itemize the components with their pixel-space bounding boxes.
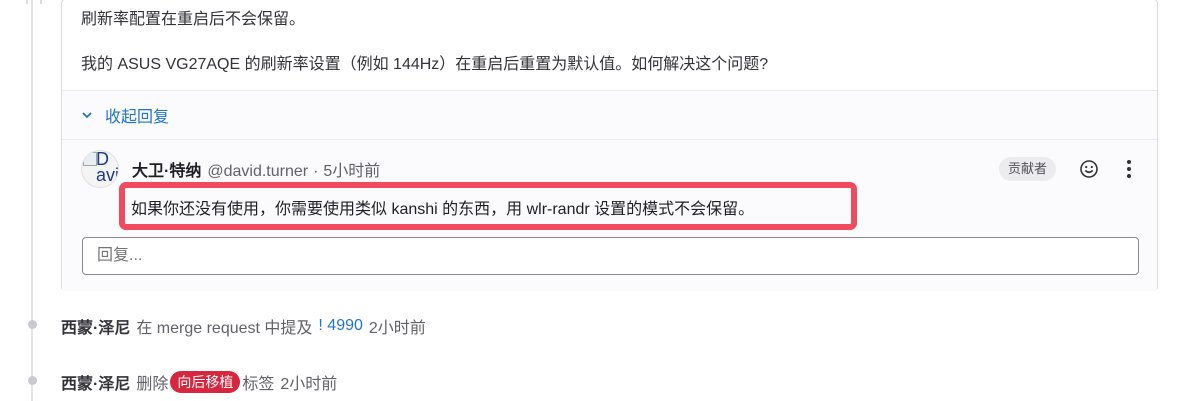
role-badge: 贡献者	[999, 157, 1057, 181]
author-handle[interactable]: @david.turner	[207, 163, 308, 181]
actor-name[interactable]: 西蒙·泽尼	[61, 314, 130, 338]
broken-image-icon	[83, 152, 97, 166]
timeline-dot	[27, 376, 37, 385]
system-note-time[interactable]: 2小时前	[369, 314, 426, 338]
merge-request-link[interactable]: ! 4990	[318, 317, 362, 335]
reply-header: 大卫·特纳 @david.turner · 5小时前	[132, 157, 380, 181]
separator: ·	[313, 163, 319, 180]
note-text-line-1: 刷新率配置在重启后不会保留。	[81, 11, 306, 28]
actor-name[interactable]: 西蒙·泽尼	[61, 370, 130, 394]
reply-body: 如果你还没有使用，你需要使用类似 kanshi 的东西，用 wlr-randr …	[131, 201, 755, 218]
timeline-connector	[26, 0, 42, 4]
add-reaction-button[interactable]	[1077, 157, 1101, 181]
system-note-time[interactable]: 2小时前	[280, 370, 337, 394]
author-name[interactable]: 大卫·特纳	[132, 157, 201, 181]
more-actions-button[interactable]	[1117, 157, 1141, 181]
timeline-dot	[27, 320, 37, 329]
system-note-text: 删除	[136, 376, 169, 393]
reply-timestamp[interactable]: 5小时前	[323, 157, 380, 181]
note-text-line-2: 我的 ASUS VG27AQE 的刷新率设置（例如 144Hz）在重启后重置为默…	[81, 56, 769, 73]
label-badge[interactable]: 向后移植	[170, 371, 241, 393]
smiley-icon	[1080, 160, 1098, 178]
chevron-down-icon	[82, 112, 92, 119]
reply-input[interactable]	[82, 237, 1139, 275]
divider	[62, 139, 1157, 140]
avatar-alt-text: D avi	[96, 150, 119, 185]
collapse-replies-toggle[interactable]: 收起回复	[81, 103, 169, 127]
system-note-label-removed: 西蒙·泽尼 删除 向后移植 标签 2小时前	[61, 370, 337, 394]
system-note-mention: 西蒙·泽尼 在 merge request 中提及 ! 4990 2小时前	[61, 314, 426, 338]
activity-timeline: 刷新率配置在重启后不会保留。 我的 ASUS VG27AQE 的刷新率设置（例如…	[0, 0, 1179, 401]
replies-thread: 收起回复 D avi 大卫·特纳 @david.turner · 5小时前 贡献…	[62, 90, 1157, 291]
collapse-replies-label: 收起回复	[105, 109, 170, 126]
system-note-suffix: 标签	[242, 376, 275, 393]
avatar[interactable]: D avi	[81, 150, 119, 188]
timeline-line	[31, 0, 33, 401]
system-note-text: 在 merge request 中提及	[136, 320, 313, 337]
ellipsis-vertical-icon	[1127, 160, 1131, 178]
discussion-card: 刷新率配置在重启后不会保留。 我的 ASUS VG27AQE 的刷新率设置（例如…	[61, 0, 1158, 291]
